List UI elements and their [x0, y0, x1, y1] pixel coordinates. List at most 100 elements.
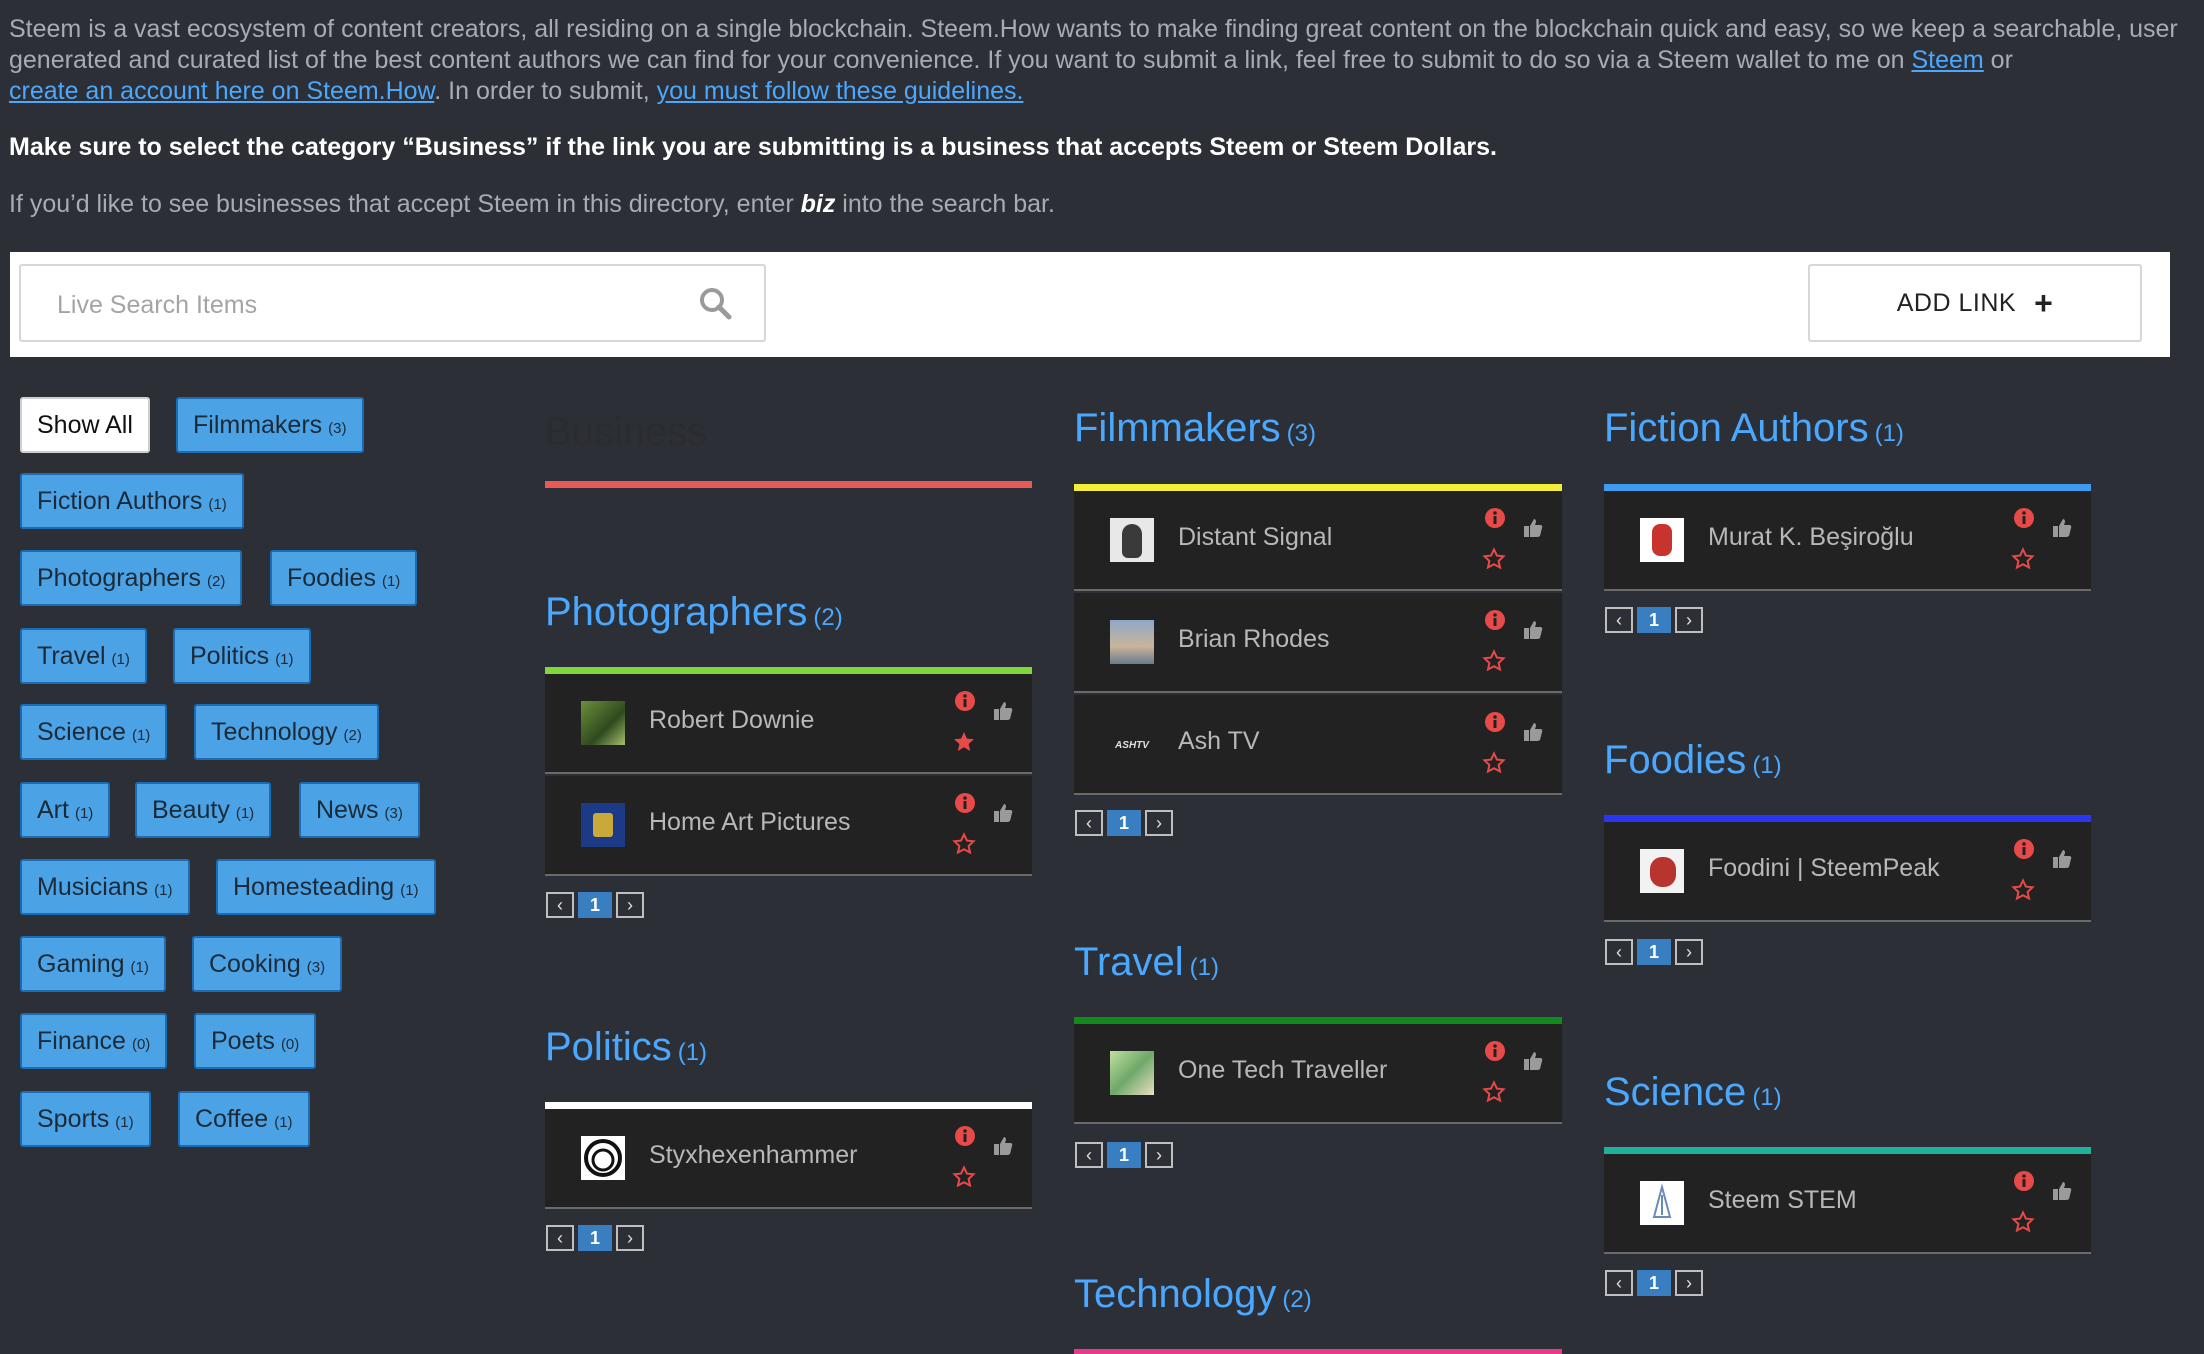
page-number-button[interactable]: 1	[578, 1225, 612, 1251]
filter-art[interactable]: Art (1)	[20, 782, 111, 838]
item-name[interactable]: Steem STEM	[1708, 1186, 1857, 1215]
item-name[interactable]: Styxhexenhammer	[649, 1141, 857, 1170]
star-outline-icon[interactable]	[1482, 547, 1506, 571]
star-outline-icon[interactable]	[952, 832, 976, 856]
steem-link[interactable]: Steem	[1911, 46, 1983, 74]
info-icon[interactable]	[2013, 507, 2035, 529]
next-page-button[interactable]: ›	[1145, 810, 1173, 836]
thumbs-up-icon[interactable]	[992, 700, 1014, 722]
filter-poets[interactable]: Poets (0)	[194, 1013, 317, 1069]
star-outline-icon[interactable]	[2011, 878, 2035, 902]
star-outline-icon[interactable]	[1482, 751, 1506, 775]
category-title-science[interactable]: Science (1)	[1604, 1070, 1782, 1115]
thumbs-up-icon[interactable]	[2051, 848, 2073, 870]
category-title-fiction-authors[interactable]: Fiction Authors (1)	[1604, 406, 1904, 451]
filter-homesteading[interactable]: Homesteading (1)	[216, 859, 436, 915]
list-item[interactable]: Brian Rhodes	[1074, 593, 1562, 693]
list-item[interactable]: Distant Signal	[1074, 491, 1562, 591]
prev-page-button[interactable]: ‹	[546, 1225, 574, 1251]
prev-page-button[interactable]: ‹	[1075, 810, 1103, 836]
thumbs-up-icon[interactable]	[1522, 1050, 1544, 1072]
search-input[interactable]	[55, 284, 679, 326]
filter-politics[interactable]: Politics (1)	[173, 628, 311, 684]
category-title-filmmakers[interactable]: Filmmakers (3)	[1074, 406, 1316, 451]
prev-page-button[interactable]: ‹	[1605, 1270, 1633, 1296]
thumbs-up-icon[interactable]	[1522, 619, 1544, 641]
info-icon[interactable]	[1484, 711, 1506, 733]
filter-sports[interactable]: Sports (1)	[20, 1091, 151, 1147]
filter-cooking[interactable]: Cooking (3)	[192, 936, 343, 992]
page-number-button[interactable]: 1	[578, 892, 612, 918]
star-filled-icon[interactable]	[952, 730, 976, 754]
prev-page-button[interactable]: ‹	[1605, 939, 1633, 965]
next-page-button[interactable]: ›	[1675, 607, 1703, 633]
next-page-button[interactable]: ›	[1145, 1142, 1173, 1168]
thumbs-up-icon[interactable]	[1522, 721, 1544, 743]
filter-musicians[interactable]: Musicians (1)	[20, 859, 190, 915]
info-icon[interactable]	[2013, 1170, 2035, 1192]
star-outline-icon[interactable]	[2011, 547, 2035, 571]
category-title-photographers[interactable]: Photographers (2)	[545, 590, 843, 635]
filter-photographers[interactable]: Photographers (2)	[20, 550, 243, 606]
next-page-button[interactable]: ›	[1675, 939, 1703, 965]
filter-news[interactable]: News (3)	[299, 782, 420, 838]
list-item[interactable]: One Tech Traveller	[1074, 1024, 1562, 1124]
filter-finance[interactable]: Finance (0)	[20, 1013, 168, 1069]
info-icon[interactable]	[1484, 609, 1506, 631]
item-name[interactable]: One Tech Traveller	[1178, 1056, 1387, 1085]
list-item[interactable]: Home Art Pictures	[545, 776, 1032, 876]
list-item[interactable]: ASHTV Ash TV	[1074, 695, 1562, 795]
add-link-button[interactable]: ADD LINK +	[1808, 264, 2142, 342]
create-account-link[interactable]: create an account here on Steem.How	[9, 77, 434, 105]
page-number-button[interactable]: 1	[1107, 1142, 1141, 1168]
category-title-politics[interactable]: Politics (1)	[545, 1025, 707, 1070]
filter-science[interactable]: Science (1)	[20, 704, 168, 760]
filter-filmmakers[interactable]: Filmmakers (3)	[176, 397, 364, 453]
filter-coffee[interactable]: Coffee (1)	[178, 1091, 310, 1147]
list-item[interactable]: Steem STEM	[1604, 1154, 2091, 1254]
next-page-button[interactable]: ›	[616, 1225, 644, 1251]
filter-beauty[interactable]: Beauty (1)	[135, 782, 272, 838]
info-icon[interactable]	[954, 690, 976, 712]
category-title-technology[interactable]: Technology (2)	[1074, 1272, 1312, 1317]
item-name[interactable]: Murat K. Beşiroğlu	[1708, 523, 1914, 552]
category-title-travel[interactable]: Travel (1)	[1074, 940, 1219, 985]
info-icon[interactable]	[954, 792, 976, 814]
filter-gaming[interactable]: Gaming (1)	[20, 936, 166, 992]
next-page-button[interactable]: ›	[1675, 1270, 1703, 1296]
page-number-button[interactable]: 1	[1637, 607, 1671, 633]
item-name[interactable]: Foodini | SteemPeak	[1708, 854, 1940, 883]
list-item[interactable]: Foodini | SteemPeak	[1604, 822, 2091, 922]
info-icon[interactable]	[1484, 1040, 1506, 1062]
page-number-button[interactable]: 1	[1637, 939, 1671, 965]
page-number-button[interactable]: 1	[1637, 1270, 1671, 1296]
filter-foodies[interactable]: Foodies (1)	[270, 550, 418, 606]
info-icon[interactable]	[2013, 838, 2035, 860]
info-icon[interactable]	[1484, 507, 1506, 529]
item-name[interactable]: Robert Downie	[649, 706, 814, 735]
info-icon[interactable]	[954, 1125, 976, 1147]
thumbs-up-icon[interactable]	[992, 802, 1014, 824]
star-outline-icon[interactable]	[1482, 1080, 1506, 1104]
item-name[interactable]: Brian Rhodes	[1178, 625, 1329, 654]
item-name[interactable]: Distant Signal	[1178, 523, 1332, 552]
item-name[interactable]: Ash TV	[1178, 727, 1260, 756]
list-item[interactable]: Murat K. Beşiroğlu	[1604, 491, 2091, 591]
prev-page-button[interactable]: ‹	[1605, 607, 1633, 633]
thumbs-up-icon[interactable]	[2051, 1180, 2073, 1202]
item-name[interactable]: Home Art Pictures	[649, 808, 850, 837]
thumbs-up-icon[interactable]	[2051, 517, 2073, 539]
guidelines-link[interactable]: you must follow these guidelines.	[657, 77, 1024, 105]
filter-fiction-authors[interactable]: Fiction Authors (1)	[20, 473, 244, 529]
thumbs-up-icon[interactable]	[992, 1135, 1014, 1157]
star-outline-icon[interactable]	[2011, 1210, 2035, 1234]
search-icon[interactable]	[696, 284, 736, 324]
star-outline-icon[interactable]	[1482, 649, 1506, 673]
filter-technology[interactable]: Technology (2)	[194, 704, 379, 760]
list-item[interactable]: Robert Downie	[545, 674, 1032, 774]
filter-travel[interactable]: Travel (1)	[20, 628, 147, 684]
prev-page-button[interactable]: ‹	[1075, 1142, 1103, 1168]
prev-page-button[interactable]: ‹	[546, 892, 574, 918]
star-outline-icon[interactable]	[952, 1165, 976, 1189]
page-number-button[interactable]: 1	[1107, 810, 1141, 836]
